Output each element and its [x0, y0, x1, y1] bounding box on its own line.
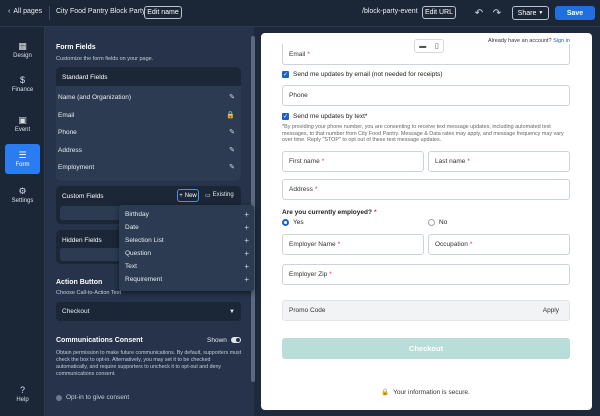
lock-icon: 🔒	[226, 112, 235, 119]
save-button[interactable]: Save	[555, 6, 595, 20]
employed-no-radio[interactable]: No	[428, 219, 447, 226]
plus-icon: +	[244, 275, 249, 284]
employed-question: Are you currently employed? *	[282, 209, 377, 216]
check-icon: ✓	[282, 113, 289, 120]
promo-code-field[interactable]: Promo Code Apply	[282, 300, 570, 321]
top-bar: ‹ All pages City Food Pantry Block Party …	[0, 0, 600, 27]
caret-down-icon: ▼	[229, 308, 235, 315]
consent-title: Communications Consent	[56, 337, 143, 344]
chevron-left-icon: ‹	[8, 8, 11, 15]
edit-name-button[interactable]: Edit name	[144, 6, 182, 19]
nav-item-settings[interactable]: ⚙ Settings	[5, 181, 40, 209]
divider	[49, 6, 50, 20]
folder-icon: ▭	[205, 193, 211, 199]
last-name-field[interactable]: Last name *	[428, 151, 570, 172]
field-row-phone[interactable]: Phone ✎	[58, 124, 239, 140]
menu-item-date[interactable]: Date +	[125, 221, 249, 234]
plus-icon: +	[244, 262, 249, 271]
new-field-button[interactable]: + New	[177, 189, 199, 202]
employer-zip-field[interactable]: Employer Zip *	[282, 264, 570, 285]
consent-state: Shown	[207, 337, 227, 344]
consent-description: Obtain permission to make future communi…	[56, 350, 242, 377]
pencil-icon[interactable]: ✎	[229, 163, 235, 171]
menu-item-text[interactable]: Text +	[125, 260, 249, 273]
standard-fields-title: Standard Fields	[62, 74, 108, 81]
employed-yes-radio[interactable]: Yes	[282, 219, 304, 226]
share-button[interactable]: Share ▼	[512, 6, 549, 20]
action-button-title: Action Button	[56, 279, 103, 286]
lock-icon: 🔒	[381, 389, 390, 396]
pencil-icon[interactable]: ✎	[229, 146, 235, 154]
custom-fields-title: Custom Fields	[62, 193, 104, 200]
calendar-icon: ▣	[18, 114, 27, 125]
page-title: City Food Pantry Block Party	[56, 8, 146, 15]
plus-icon: +	[244, 223, 249, 232]
radio-icon	[56, 394, 62, 401]
field-row-employment[interactable]: Employment ✎	[58, 159, 239, 175]
desktop-icon[interactable]: ▬	[419, 43, 426, 50]
email-updates-checkbox[interactable]: ✓ Send me updates by email (not needed fo…	[282, 71, 443, 78]
apply-button[interactable]: Apply	[543, 307, 559, 314]
pencil-icon[interactable]: ✎	[229, 128, 235, 136]
device-toggle: ▬ ▯	[414, 39, 444, 53]
field-row-email[interactable]: Email 🔒	[58, 107, 239, 123]
employer-name-field[interactable]: Employer Name *	[282, 234, 424, 255]
cta-select[interactable]: Checkout ▼	[56, 302, 241, 321]
caret-down-icon: ▼	[538, 10, 544, 16]
sign-in-link[interactable]: Sign in	[553, 38, 570, 44]
menu-item-selection-list[interactable]: Selection List +	[125, 234, 249, 247]
existing-field-button[interactable]: ▭ Existing	[205, 192, 234, 199]
optin-row[interactable]: Opt-in to give consent	[56, 394, 129, 401]
hidden-fields-title: Hidden Fields	[62, 237, 102, 244]
menu-item-question[interactable]: Question +	[125, 247, 249, 260]
text-updates-checkbox[interactable]: ✓ Send me updates by text*	[282, 113, 367, 120]
redo-icon[interactable]: ↷	[490, 6, 504, 20]
nav-item-finance[interactable]: $ Finance	[5, 70, 40, 98]
pencil-icon[interactable]: ✎	[229, 93, 235, 101]
consent-toggle[interactable]	[231, 337, 241, 343]
form-fields-title: Form Fields	[56, 44, 96, 51]
nav-item-help[interactable]: ? Help	[5, 380, 40, 408]
form-icon: ☰	[18, 149, 27, 160]
undo-icon[interactable]: ↶	[472, 6, 486, 20]
nav-item-design[interactable]: ▦ Design	[5, 36, 40, 64]
form-fields-subtitle: Customize the form fields on your page.	[56, 56, 154, 62]
left-nav: ▦ Design $ Finance ▣ Event ☰ Form ⚙ Sett…	[0, 27, 45, 416]
text-disclaimer: *By providing your phone number, you are…	[282, 124, 564, 144]
nav-item-form[interactable]: ☰ Form	[5, 144, 40, 174]
first-name-field[interactable]: First name *	[282, 151, 424, 172]
action-button-subtitle: Choose Call-to-Action Text	[56, 290, 122, 296]
checkout-button[interactable]: Checkout	[282, 338, 570, 359]
have-account-text: Already have an account? Sign in	[488, 38, 570, 44]
standard-fields-list: Name (and Organization) ✎ Email 🔒 Phone …	[56, 86, 241, 181]
plus-icon: +	[179, 192, 183, 199]
mobile-icon[interactable]: ▯	[435, 42, 439, 50]
plus-icon: +	[244, 249, 249, 258]
plus-icon: +	[244, 236, 249, 245]
address-field[interactable]: Address *	[282, 179, 570, 200]
phone-field[interactable]: Phone	[282, 85, 570, 106]
plus-icon: +	[244, 210, 249, 219]
form-preview: Email * ✓ Send me updates by email (not ne…	[261, 33, 592, 410]
dollar-icon: $	[19, 74, 25, 85]
field-row-address[interactable]: Address ✎	[58, 142, 239, 158]
help-icon: ?	[19, 384, 25, 395]
gear-icon: ⚙	[18, 185, 27, 196]
edit-url-button[interactable]: Edit URL	[422, 6, 456, 19]
check-icon: ✓	[282, 71, 289, 78]
new-field-menu: Birthday + Date + Selection List + Question…	[119, 205, 254, 291]
field-row-name[interactable]: Name (and Organization) ✎	[58, 89, 239, 105]
secure-notice: 🔒 Your information is secure.	[381, 388, 470, 397]
page-url: /block-party-event	[362, 8, 418, 15]
standard-fields-card: Standard Fields Name (and Organization) …	[56, 67, 241, 181]
nav-item-event[interactable]: ▣ Event	[5, 110, 40, 138]
occupation-field[interactable]: Occupation *	[428, 234, 570, 255]
brush-icon: ▦	[18, 40, 27, 51]
menu-item-requirement[interactable]: Requirement +	[125, 273, 249, 286]
menu-item-birthday[interactable]: Birthday +	[125, 208, 249, 221]
all-pages-link[interactable]: ‹ All pages	[8, 8, 42, 15]
